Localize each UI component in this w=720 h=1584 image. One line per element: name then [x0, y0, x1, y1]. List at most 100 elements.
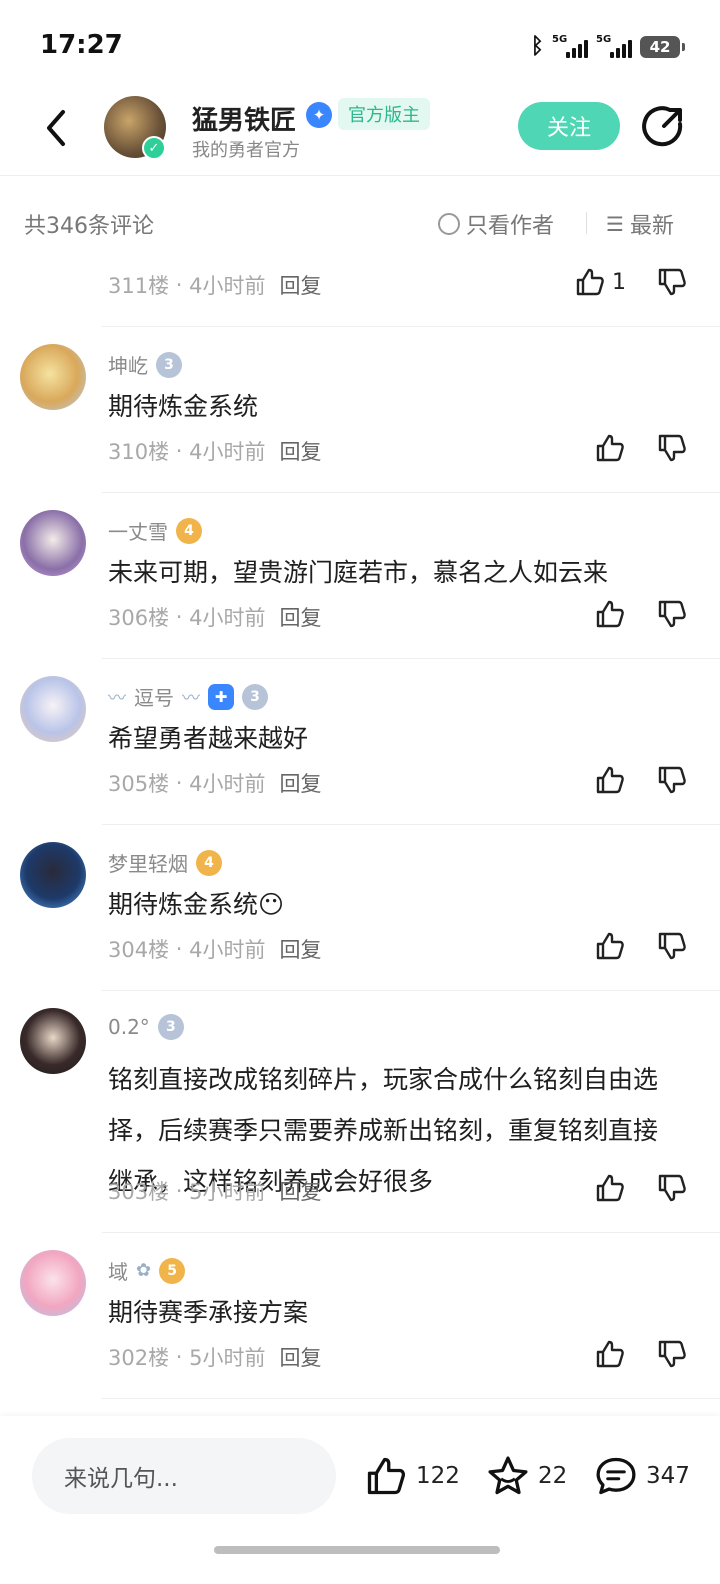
share-icon[interactable]	[640, 104, 686, 150]
emoji-icon: 😶	[258, 890, 285, 919]
level-badge: 3	[156, 351, 182, 378]
comment-actions	[594, 598, 688, 630]
like-button[interactable]	[594, 930, 626, 962]
reply-button[interactable]: 回复	[280, 602, 322, 632]
reply-button[interactable]: 回复	[280, 1176, 322, 1206]
author-subtitle: 我的勇者官方	[192, 140, 300, 161]
post-header: ✓ 猛男铁匠 ✦ 官方版主 我的勇者官方 关注	[0, 90, 720, 176]
reply-button[interactable]: 回复	[280, 436, 322, 466]
comment-item: 〰 逗号 〰 ✚ 3 希望勇者越来越好 305楼 · 4小时前 回复	[0, 658, 720, 824]
comment-bubble-icon	[596, 1457, 636, 1495]
thumbs-down-icon	[658, 600, 686, 628]
name-decoration-icon: ✿	[136, 1260, 152, 1281]
like-button[interactable]	[594, 432, 626, 464]
user-name[interactable]: 域	[108, 1256, 128, 1285]
thumbs-up-icon	[596, 932, 624, 960]
user-name[interactable]: 逗号	[134, 682, 174, 711]
user-name[interactable]: 一丈雪	[108, 516, 168, 545]
like-button[interactable]	[594, 1338, 626, 1370]
comment-text: 希望勇者越来越好	[108, 724, 309, 753]
thumbs-down-icon	[658, 1340, 686, 1368]
reply-button[interactable]: 回复	[280, 270, 322, 300]
level-badge: 4	[196, 849, 222, 876]
sort-latest-button[interactable]: ☰ 最新	[606, 208, 674, 240]
follow-button[interactable]: 关注	[518, 102, 620, 150]
comment-input[interactable]: 来说几句...	[32, 1438, 336, 1514]
comment-actions	[594, 1172, 688, 1204]
level-badge: 5	[159, 1257, 186, 1284]
user-name[interactable]: 0.2°	[108, 1015, 150, 1039]
comment-text: 期待炼金系统	[108, 392, 259, 421]
dislike-button[interactable]	[656, 1338, 688, 1370]
post-comment-button[interactable]: 347	[594, 1454, 690, 1498]
like-button[interactable]	[594, 598, 626, 630]
thumbs-up-icon	[596, 600, 624, 628]
user-avatar[interactable]	[20, 510, 86, 576]
thumbs-up-icon	[367, 1457, 405, 1495]
comment-actions	[594, 1338, 688, 1370]
comment-actions	[594, 930, 688, 962]
like-button[interactable]: 1	[574, 266, 626, 298]
user-name-row: 坤屹 3	[108, 350, 182, 379]
thumbs-down-icon	[658, 932, 686, 960]
comment-item: 梦里轻烟 4 期待炼金系统😶 304楼 · 4小时前 回复	[0, 824, 720, 990]
like-button[interactable]	[594, 764, 626, 796]
user-name[interactable]: 梦里轻烟	[108, 848, 188, 877]
dislike-button[interactable]	[656, 432, 688, 464]
like-button[interactable]	[594, 1172, 626, 1204]
official-verify-icon: ✦	[306, 102, 332, 128]
user-avatar[interactable]	[20, 344, 86, 410]
post-like-button[interactable]: 122	[364, 1454, 460, 1498]
thumbs-down-icon	[658, 268, 686, 296]
star-icon	[488, 1456, 528, 1495]
back-button[interactable]	[36, 108, 76, 148]
dislike-button[interactable]	[656, 1172, 688, 1204]
thumbs-down-icon	[658, 1174, 686, 1202]
comment-count: 共346条评论	[24, 214, 154, 239]
comment-actions: 1	[574, 266, 688, 298]
reply-button[interactable]: 回复	[280, 1342, 322, 1372]
comment-text: 期待赛季承接方案	[108, 1298, 309, 1327]
author-name[interactable]: 猛男铁匠	[192, 100, 296, 137]
name-decoration-icon: 〰	[108, 687, 126, 709]
dislike-button[interactable]	[656, 266, 688, 298]
reply-button[interactable]: 回复	[280, 934, 322, 964]
thumbs-up-icon	[576, 268, 604, 296]
thumbs-up-icon	[596, 1340, 624, 1368]
user-avatar[interactable]	[20, 1250, 86, 1316]
status-icons: ᛒ 5G 5G 42	[531, 34, 685, 59]
user-avatar[interactable]	[20, 842, 86, 908]
divider	[102, 824, 720, 825]
comment-item: 域 ✿ 5 期待赛季承接方案 302楼 · 5小时前 回复	[0, 1232, 720, 1399]
thumbs-up-icon	[596, 1174, 624, 1202]
user-avatar[interactable]	[20, 1008, 86, 1074]
level-badge: 3	[157, 1014, 184, 1040]
user-avatar[interactable]	[20, 676, 86, 742]
comment-item: 311楼 · 4小时前 回复 1	[0, 256, 720, 326]
dislike-button[interactable]	[656, 930, 688, 962]
user-name[interactable]: 坤屹	[108, 350, 148, 379]
radio-icon	[438, 213, 460, 235]
dislike-button[interactable]	[656, 598, 688, 630]
comment-item: 一丈雪 4 未来可期，望贵游门庭若市，慕名之人如云来 306楼 · 4小时前 回…	[0, 492, 720, 658]
dislike-button[interactable]	[656, 764, 688, 796]
level-badge: 4	[176, 517, 202, 544]
bottom-action-bar: 来说几句... 122 22 347	[0, 1416, 720, 1584]
post-favorite-button[interactable]: 22	[486, 1454, 567, 1498]
comment-meta: 304楼 · 4小时前 回复	[108, 934, 322, 964]
comment-meta: 305楼 · 4小时前 回复	[108, 768, 322, 798]
thumbs-down-icon	[658, 434, 686, 462]
comment-item: 坤屹 3 期待炼金系统 310楼 · 4小时前 回复	[0, 326, 720, 492]
divider	[102, 990, 720, 991]
reply-button[interactable]: 回复	[280, 768, 322, 798]
comment-meta: 310楼 · 4小时前 回复	[108, 436, 322, 466]
thumbs-up-icon	[596, 434, 624, 462]
comment-text: 期待炼金系统😶	[108, 890, 285, 919]
status-time: 17:27	[40, 30, 123, 60]
battery-icon: 42	[640, 35, 685, 58]
author-only-toggle[interactable]: 只看作者	[438, 208, 554, 240]
gamepad-icon: ✚	[208, 683, 234, 710]
user-name-row: 0.2° 3	[108, 1014, 184, 1040]
divider	[102, 326, 720, 327]
comment-sort-bar: 共346条评论 只看作者 ☰ 最新	[0, 194, 720, 250]
